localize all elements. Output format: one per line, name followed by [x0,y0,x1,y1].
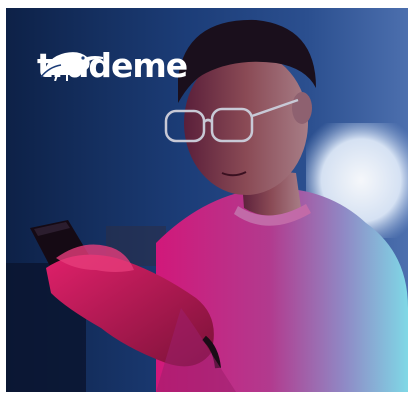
hero-photo: trademe [6,8,408,392]
kiwi-bird-icon [40,52,103,81]
trademe-logo: trademe [37,49,188,82]
